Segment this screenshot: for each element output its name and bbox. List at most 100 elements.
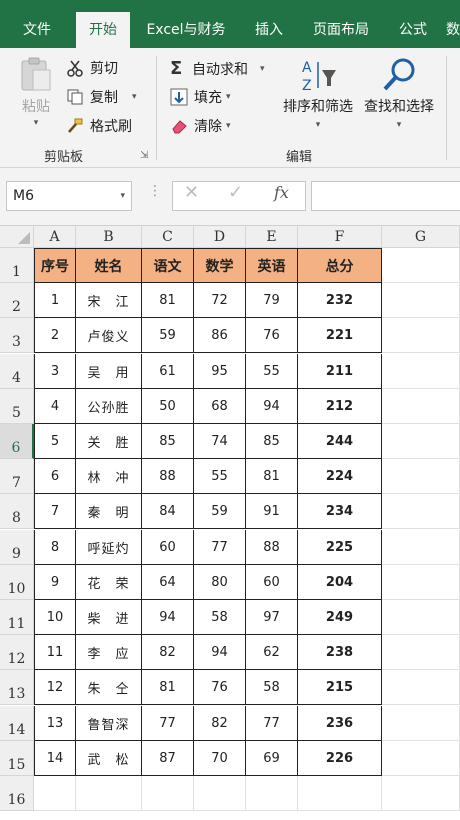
column-header-g[interactable]: G: [382, 226, 460, 248]
column-header-e[interactable]: E: [246, 226, 298, 248]
table-cell[interactable]: 宋 江: [76, 283, 142, 318]
row-header-3[interactable]: 3: [0, 318, 34, 353]
table-cell[interactable]: 8: [34, 530, 76, 565]
table-cell[interactable]: 60: [246, 565, 298, 600]
table-cell[interactable]: 呼延灼: [76, 530, 142, 565]
cell[interactable]: [382, 424, 460, 459]
table-cell[interactable]: 2: [34, 318, 76, 353]
row-header-13[interactable]: 13: [0, 670, 34, 705]
table-cell[interactable]: 58: [194, 600, 246, 635]
table-cell[interactable]: 77: [246, 706, 298, 741]
table-cell[interactable]: 236: [298, 706, 382, 741]
table-cell[interactable]: 76: [246, 318, 298, 353]
formula-input[interactable]: [311, 181, 460, 211]
cell[interactable]: [382, 530, 460, 565]
cell[interactable]: [382, 494, 460, 529]
cell[interactable]: [76, 776, 142, 811]
table-cell[interactable]: 79: [246, 283, 298, 318]
table-cell[interactable]: 226: [298, 741, 382, 776]
clear-dropdown-icon[interactable]: ▾: [226, 121, 231, 131]
table-cell[interactable]: 87: [142, 741, 194, 776]
table-cell[interactable]: 82: [194, 706, 246, 741]
table-cell[interactable]: 3: [34, 354, 76, 389]
cell[interactable]: [382, 706, 460, 741]
fill-dropdown-icon[interactable]: ▾: [226, 92, 231, 102]
tab-home[interactable]: 开始: [76, 12, 130, 48]
table-cell[interactable]: 74: [194, 424, 246, 459]
table-header-cell[interactable]: 姓名: [76, 248, 142, 283]
cell[interactable]: [298, 776, 382, 811]
table-cell[interactable]: 88: [142, 459, 194, 494]
table-cell[interactable]: 88: [246, 530, 298, 565]
format-painter-button[interactable]: 格式刷: [66, 116, 132, 136]
table-cell[interactable]: 224: [298, 459, 382, 494]
table-cell[interactable]: 94: [142, 600, 194, 635]
row-header-8[interactable]: 8: [0, 494, 34, 529]
cut-button[interactable]: 剪切: [66, 58, 118, 78]
table-cell[interactable]: 85: [246, 424, 298, 459]
tab-file[interactable]: 文件: [8, 12, 66, 48]
table-cell[interactable]: 13: [34, 706, 76, 741]
table-cell[interactable]: 97: [246, 600, 298, 635]
table-header-cell[interactable]: 数学: [194, 248, 246, 283]
row-header-5[interactable]: 5: [0, 389, 34, 424]
tab-data[interactable]: 数: [446, 12, 460, 48]
cell[interactable]: [382, 318, 460, 353]
column-header-b[interactable]: B: [76, 226, 142, 248]
confirm-icon[interactable]: ✓: [228, 182, 243, 203]
table-cell[interactable]: 82: [142, 635, 194, 670]
table-cell[interactable]: 212: [298, 389, 382, 424]
row-header-4[interactable]: 4: [0, 354, 34, 389]
table-cell[interactable]: 72: [194, 283, 246, 318]
find-select-dropdown-icon[interactable]: ▾: [397, 120, 402, 130]
cell[interactable]: [382, 389, 460, 424]
table-cell[interactable]: 62: [246, 635, 298, 670]
table-cell[interactable]: 68: [194, 389, 246, 424]
select-all-corner[interactable]: [0, 226, 34, 248]
cell[interactable]: [382, 354, 460, 389]
table-cell[interactable]: 94: [194, 635, 246, 670]
table-cell[interactable]: 238: [298, 635, 382, 670]
table-cell[interactable]: 林 冲: [76, 459, 142, 494]
table-cell[interactable]: 77: [142, 706, 194, 741]
table-cell[interactable]: 58: [246, 670, 298, 705]
table-cell[interactable]: 69: [246, 741, 298, 776]
cell[interactable]: [382, 283, 460, 318]
table-cell[interactable]: 50: [142, 389, 194, 424]
column-header-a[interactable]: A: [34, 226, 76, 248]
table-cell[interactable]: 81: [142, 283, 194, 318]
table-cell[interactable]: 秦 明: [76, 494, 142, 529]
table-cell[interactable]: 7: [34, 494, 76, 529]
table-cell[interactable]: 武 松: [76, 741, 142, 776]
cell[interactable]: [34, 776, 76, 811]
sort-filter-dropdown-icon[interactable]: ▾: [316, 120, 321, 130]
table-cell[interactable]: 卢俊义: [76, 318, 142, 353]
cell[interactable]: [194, 776, 246, 811]
row-header-1[interactable]: 1: [0, 248, 34, 283]
table-cell[interactable]: 6: [34, 459, 76, 494]
table-header-cell[interactable]: 语文: [142, 248, 194, 283]
column-header-f[interactable]: F: [298, 226, 382, 248]
row-header-2[interactable]: 2: [0, 283, 34, 318]
paste-button[interactable]: 粘贴 ▾: [14, 56, 58, 128]
table-cell[interactable]: 249: [298, 600, 382, 635]
table-cell[interactable]: 吴 用: [76, 354, 142, 389]
table-cell[interactable]: 1: [34, 283, 76, 318]
paste-dropdown-icon[interactable]: ▾: [34, 118, 39, 128]
row-header-11[interactable]: 11: [0, 600, 34, 635]
table-cell[interactable]: 64: [142, 565, 194, 600]
table-cell[interactable]: 244: [298, 424, 382, 459]
table-cell[interactable]: 91: [246, 494, 298, 529]
row-header-10[interactable]: 10: [0, 565, 34, 600]
cell[interactable]: [382, 670, 460, 705]
cell[interactable]: [382, 635, 460, 670]
cell[interactable]: [382, 600, 460, 635]
row-header-15[interactable]: 15: [0, 741, 34, 776]
cell[interactable]: [382, 565, 460, 600]
cell[interactable]: [142, 776, 194, 811]
tab-formulas[interactable]: 公式: [388, 12, 438, 48]
table-cell[interactable]: 55: [246, 354, 298, 389]
table-cell[interactable]: 85: [142, 424, 194, 459]
table-cell[interactable]: 84: [142, 494, 194, 529]
table-cell[interactable]: 81: [246, 459, 298, 494]
